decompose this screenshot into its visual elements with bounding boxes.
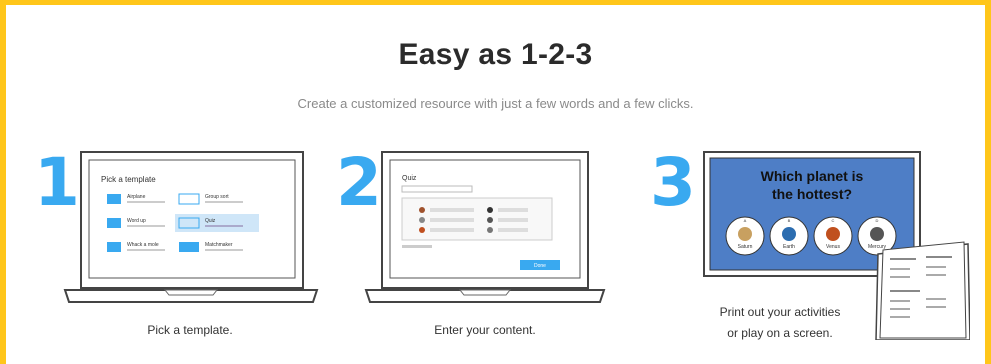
quiz-question-line-2: the hottest?	[772, 186, 852, 202]
svg-text:C: C	[832, 218, 835, 223]
section-title: Easy as 1-2-3	[398, 38, 593, 71]
step-1-screen-heading: Pick a template	[101, 175, 156, 184]
answer-saturn: A Saturn	[725, 216, 765, 256]
step-2-screen-heading: Quiz	[402, 175, 417, 182]
step-2-laptop: Quiz Done	[360, 150, 610, 315]
svg-text:Saturn: Saturn	[738, 244, 753, 250]
template-tile-quiz: Quiz	[175, 214, 259, 232]
section-subtitle: Create a customized resource with just a…	[297, 96, 694, 111]
svg-text:Mercury: Mercury	[868, 244, 887, 250]
step-3-caption-line-1: Print out your activities	[719, 305, 841, 319]
answer-venus: C Venus	[813, 216, 853, 256]
svg-text:Quiz: Quiz	[205, 218, 216, 224]
svg-text:Word up: Word up	[127, 218, 146, 224]
svg-text:D: D	[876, 218, 879, 223]
step-3-number: 3	[650, 144, 696, 221]
step-3-caption-line-2: or play on a screen.	[727, 326, 833, 340]
svg-text:Matchmaker: Matchmaker	[205, 242, 233, 248]
svg-text:A: A	[744, 218, 747, 223]
step-2-caption: Enter your content.	[434, 323, 536, 337]
svg-text:B: B	[788, 218, 791, 223]
quiz-question-line-1: Which planet is	[761, 168, 864, 184]
svg-text:Airplane: Airplane	[127, 194, 146, 200]
svg-text:Earth: Earth	[783, 244, 795, 250]
svg-text:Venus: Venus	[826, 244, 840, 250]
printed-worksheets	[875, 241, 971, 341]
step-1-laptop: Pick a template Airplane Word up Whack a…	[55, 150, 325, 315]
svg-text:Whack a mole: Whack a mole	[127, 242, 159, 248]
svg-text:Done: Done	[534, 263, 546, 269]
step-1-caption: Pick a template.	[147, 323, 233, 337]
answer-earth: B Earth	[769, 216, 809, 256]
done-button: Done	[520, 260, 560, 270]
svg-text:Group sort: Group sort	[205, 194, 229, 200]
quiz-answer-rows	[419, 207, 528, 233]
template-tile-whack-a-mole: Whack a mole	[107, 242, 165, 252]
